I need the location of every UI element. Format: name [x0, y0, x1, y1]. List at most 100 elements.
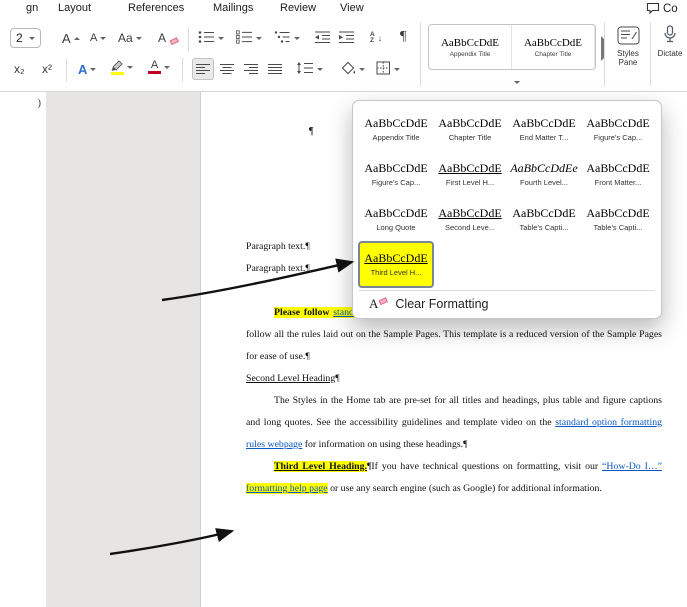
style-label: Appendix Title: [449, 50, 491, 58]
ribbon-tab-layout[interactable]: Layout: [58, 2, 91, 14]
styles-paragraph: The Styles in the Home tab are pre-set f…: [246, 390, 662, 456]
sort-button[interactable]: AZ ↓: [370, 27, 382, 49]
clear-formatting-icon: A: [369, 296, 389, 312]
multilevel-list-button[interactable]: [274, 27, 300, 49]
style-label: Figure's Cap...: [593, 133, 643, 142]
change-case-button[interactable]: Aa: [118, 27, 142, 49]
styles-pane-button[interactable]: Styles Pane: [608, 26, 648, 67]
empty-cell: [507, 242, 581, 287]
subscript-glyph: x₂: [14, 62, 25, 76]
text-effects-glyph: A: [78, 61, 88, 77]
caret-up-icon: [73, 36, 80, 40]
style-item-second-level-heading[interactable]: AaBbCcDdE Second Leve...: [433, 197, 507, 242]
clear-formatting-label: Clear Formatting: [395, 297, 489, 311]
style-sample: AaBbCcDdE: [586, 161, 650, 175]
style-item-chapter-title[interactable]: AaBbCcDdE Chapter Title: [433, 107, 507, 152]
style-sample: AaBbCcDdE: [438, 161, 502, 175]
align-right-button[interactable]: [240, 58, 262, 80]
styles-dropdown-panel: AaBbCcDdE Appendix Title AaBbCcDdE Chapter…: [352, 100, 662, 319]
shrink-font-button[interactable]: A: [90, 27, 107, 49]
ribbon-tab-view[interactable]: View: [340, 2, 364, 14]
hyperlink[interactable]: formatting help page: [246, 483, 328, 494]
style-sample: AaBbCcDdE: [438, 206, 502, 220]
paint-bucket-icon: [340, 61, 356, 78]
numbered-list-button[interactable]: [236, 27, 262, 49]
heading-text: Second Level Heading: [246, 373, 336, 384]
style-sample: AaBbCcDdE: [364, 206, 428, 220]
show-formatting-marks-button[interactable]: ¶: [400, 26, 406, 48]
grow-font-button[interactable]: A: [62, 27, 80, 49]
font-size-combobox[interactable]: 2: [10, 27, 41, 49]
style-label: Third Level H...: [370, 268, 422, 277]
style-label: Fourth Level...: [520, 178, 568, 187]
bullet-list-button[interactable]: [198, 27, 224, 49]
style-sample: AaBbCcDdE: [512, 206, 576, 220]
chevron-down-icon: [135, 36, 142, 40]
clear-formatting-button[interactable]: A: [158, 27, 179, 49]
ribbon-tab-mailings[interactable]: Mailings: [213, 2, 253, 14]
line-spacing-button[interactable]: [296, 58, 323, 80]
pilcrow-mark: ¶: [463, 439, 468, 450]
style-item-appendix-title[interactable]: AaBbCcDdE Appendix Title: [359, 107, 433, 152]
outdent-icon: [314, 30, 331, 47]
ribbon-divider: [188, 27, 189, 51]
style-sample: AaBbCcDdE: [523, 36, 583, 49]
font-color-button[interactable]: A: [148, 56, 170, 78]
style-item-end-matter[interactable]: AaBbCcDdE End Matter T...: [507, 107, 581, 152]
paragraph-text: If you have technical questions on forma…: [371, 461, 603, 472]
style-sample: AaBbCcDdE: [364, 161, 428, 175]
style-item-figures-caption[interactable]: AaBbCcDdE Figure's Cap...: [581, 107, 655, 152]
change-case-glyph: Aa: [118, 31, 133, 45]
ribbon-divider: [650, 22, 651, 86]
font-color-icon: A: [148, 60, 161, 74]
chevron-down-icon: [218, 36, 224, 40]
style-item-third-level-heading[interactable]: AaBbCcDdE Third Level H...: [358, 241, 434, 288]
shrink-font-glyph: A: [90, 32, 98, 44]
align-justify-icon: [268, 63, 282, 74]
shading-button[interactable]: [340, 58, 365, 80]
style-item-tables-caption-2[interactable]: AaBbCcDdE Table's Capti...: [581, 197, 655, 242]
chevron-down-icon: [127, 65, 133, 69]
style-label: Appendix Title: [372, 133, 420, 142]
superscript-button[interactable]: x²: [42, 58, 52, 80]
dictate-button[interactable]: Dictate: [653, 25, 687, 58]
borders-button[interactable]: [376, 58, 400, 80]
pilcrow-mark: ¶: [335, 373, 340, 384]
align-right-icon: [244, 63, 258, 74]
eraser-icon: [169, 36, 179, 45]
ribbon-tab-review[interactable]: Review: [280, 2, 316, 14]
superscript-glyph: x²: [42, 62, 52, 76]
ribbon-tab-design[interactable]: gn: [26, 2, 38, 14]
style-item-front-matter[interactable]: AaBbCcDdE Front Matter...: [581, 152, 655, 197]
style-sample: AaBbCcDdE: [364, 251, 428, 265]
style-item-tables-caption[interactable]: AaBbCcDdE Table's Capti...: [507, 197, 581, 242]
style-sample: AaBbCcDdE: [586, 206, 650, 220]
style-item-first-level-heading[interactable]: AaBbCcDdE First Level H...: [433, 152, 507, 197]
style-item-long-quote[interactable]: AaBbCcDdE Long Quote: [359, 197, 433, 242]
pilcrow-mark: ¶: [305, 351, 310, 362]
clear-formatting-item[interactable]: A Clear Formatting: [359, 290, 655, 315]
comment-bubble-icon: [646, 2, 660, 17]
style-item-fourth-level[interactable]: AaBbCcDdEe Fourth Level...: [507, 152, 581, 197]
hyperlink[interactable]: “How-Do I…”: [602, 461, 662, 472]
comments-button[interactable]: Co: [646, 1, 678, 17]
left-panel: ): [0, 92, 46, 607]
gallery-style-appendix-title[interactable]: AaBbCcDdE Appendix Title: [429, 25, 512, 69]
chevron-down-icon: [514, 80, 520, 84]
gallery-expand-button[interactable]: [506, 76, 528, 88]
chevron-down-icon: [317, 67, 323, 71]
decrease-indent-button[interactable]: [314, 27, 331, 49]
increase-indent-button[interactable]: [338, 27, 355, 49]
align-justify-button[interactable]: [264, 58, 286, 80]
text-effects-button[interactable]: A: [78, 58, 97, 80]
gallery-style-chapter-title[interactable]: AaBbCcDdE Chapter Title: [512, 25, 595, 69]
comments-label: Co: [663, 3, 678, 15]
align-left-button[interactable]: [192, 58, 214, 80]
style-item-figures-caption-2[interactable]: AaBbCcDdE Figure's Cap...: [359, 152, 433, 197]
subscript-button[interactable]: x₂: [14, 58, 25, 80]
highlighted-text: Please follow: [274, 307, 334, 318]
align-center-button[interactable]: [216, 58, 238, 80]
style-label: End Matter T...: [519, 133, 569, 142]
ribbon-tab-references[interactable]: References: [128, 2, 184, 14]
highlight-color-button[interactable]: [110, 56, 133, 78]
